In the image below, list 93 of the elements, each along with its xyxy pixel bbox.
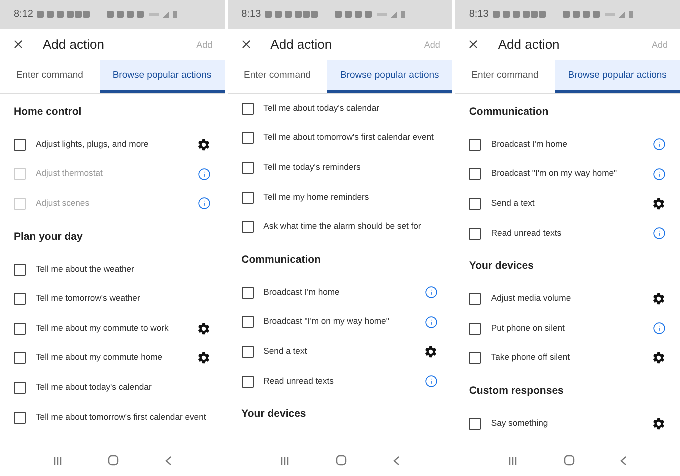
status-time: 8:12	[14, 9, 34, 20]
settings-icon[interactable]	[652, 292, 666, 306]
action-label: Tell me about tomorrow's first calendar event	[36, 412, 208, 422]
home-icon[interactable]	[108, 455, 120, 466]
action-label: Tell me about today's calendar	[36, 383, 153, 393]
checkbox[interactable]	[469, 418, 482, 430]
screen-title: Add action	[498, 37, 561, 52]
action-label: Broadcast I'm home	[491, 140, 568, 150]
checkbox[interactable]	[242, 316, 254, 328]
section-heading: Your devices	[242, 408, 306, 420]
info-icon[interactable]	[653, 168, 666, 181]
section-heading: Communication	[469, 106, 549, 118]
recent-apps-icon[interactable]	[280, 456, 290, 466]
action-label: Tell me about today's calendar	[264, 104, 380, 114]
checkbox[interactable]	[242, 286, 254, 299]
settings-icon[interactable]	[652, 351, 666, 366]
action-label: Tell me my home reminders	[264, 192, 370, 203]
recent-apps-icon[interactable]	[508, 456, 518, 466]
checkbox[interactable]	[14, 412, 26, 424]
settings-icon[interactable]	[424, 344, 438, 359]
action-label: Broadcast I'm home	[264, 288, 341, 298]
action-label: Adjust scenes	[36, 199, 91, 209]
checkbox[interactable]	[242, 346, 254, 358]
info-icon[interactable]	[425, 316, 438, 329]
home-icon[interactable]	[336, 455, 347, 466]
action-label: Read unread texts	[264, 376, 335, 386]
checkbox[interactable]	[469, 352, 482, 364]
checkbox[interactable]	[14, 382, 26, 394]
close-icon[interactable]	[240, 38, 253, 51]
checkbox[interactable]	[242, 221, 254, 234]
tab[interactable]: Browse popular actions	[100, 60, 225, 93]
back-icon[interactable]	[620, 456, 628, 466]
action-label: Take phone off silent	[491, 353, 572, 364]
settings-icon[interactable]	[196, 138, 211, 152]
action-label: Tell me about tomorrow's first calendar event	[264, 133, 435, 144]
action-label: Send a text	[491, 199, 536, 209]
checkbox[interactable]	[242, 376, 254, 388]
action-label: Tell me about the weather	[36, 264, 136, 275]
checkbox[interactable]	[14, 322, 26, 335]
close-icon[interactable]	[467, 38, 480, 51]
settings-icon[interactable]	[652, 196, 666, 211]
settings-icon[interactable]	[196, 351, 211, 366]
checkbox[interactable]	[469, 293, 482, 306]
back-icon[interactable]	[164, 456, 172, 466]
action-label: Adjust lights, plugs, and more	[36, 140, 150, 150]
action-label: Ask what time the alarm should be set for	[264, 222, 422, 232]
action-label: Broadcast "I'm on my way home"	[264, 317, 390, 328]
section-heading: Custom responses	[469, 385, 564, 398]
info-icon[interactable]	[653, 138, 666, 152]
tab[interactable]: Browse popular actions	[555, 60, 680, 93]
checkbox[interactable]	[14, 352, 26, 364]
checkbox[interactable]	[469, 228, 482, 240]
action-label: Read unread texts	[491, 228, 563, 239]
section-heading: Communication	[242, 254, 322, 266]
home-icon[interactable]	[564, 455, 575, 466]
checkbox[interactable]	[14, 264, 26, 276]
section-heading: Your devices	[469, 260, 534, 272]
action-label: Tell me about my commute to work	[36, 324, 170, 334]
checkbox[interactable]	[242, 132, 254, 144]
screen-title: Add action	[270, 37, 334, 52]
action-label: Adjust thermostat	[36, 169, 104, 180]
screen-title: Add action	[43, 37, 106, 52]
status-time: 8:13	[469, 9, 489, 20]
checkbox[interactable]	[469, 138, 482, 151]
info-icon[interactable]	[425, 375, 438, 388]
settings-icon[interactable]	[652, 416, 666, 431]
close-icon[interactable]	[12, 38, 25, 51]
checkbox[interactable]	[242, 162, 254, 174]
action-label: Say something	[491, 419, 550, 429]
checkbox[interactable]	[242, 102, 254, 115]
settings-icon[interactable]	[196, 322, 211, 336]
action-label: Broadcast "I'm on my way home"	[491, 169, 618, 180]
section-heading: Home control	[14, 106, 82, 118]
info-icon[interactable]	[653, 322, 666, 336]
checkbox[interactable]	[14, 138, 26, 151]
info-icon[interactable]	[653, 227, 666, 240]
action-label: Tell me about my commute home	[36, 353, 164, 364]
checkbox[interactable]	[469, 168, 482, 180]
info-icon[interactable]	[425, 286, 438, 300]
section-heading: Plan your day	[14, 230, 83, 243]
action-label: Send a text	[264, 347, 308, 357]
action-label: Tell me today's reminders	[264, 163, 362, 173]
action-label: Adjust media volume	[491, 294, 572, 304]
action-label: Put phone on silent	[491, 324, 566, 334]
checkbox[interactable]	[469, 198, 482, 210]
tab[interactable]: Browse popular actions	[327, 60, 452, 93]
checkbox[interactable]	[469, 322, 482, 335]
recent-apps-icon[interactable]	[52, 456, 63, 466]
checkbox[interactable]	[14, 293, 26, 306]
status-time: 8:13	[242, 9, 262, 20]
back-icon[interactable]	[392, 456, 400, 466]
action-label: Tell me tomorrow's weather	[36, 294, 142, 304]
checkbox[interactable]	[242, 192, 254, 204]
